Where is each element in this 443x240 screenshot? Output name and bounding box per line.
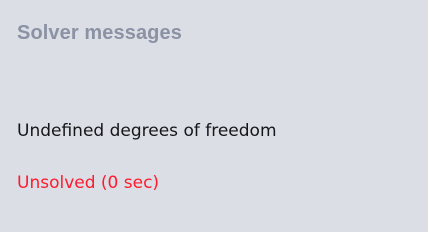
degrees-of-freedom-message: Undefined degrees of freedom (17, 121, 277, 141)
solver-messages-panel: Solver messages Undefined degrees of fre… (0, 0, 429, 232)
panel-title: Solver messages (17, 22, 182, 44)
solve-status-message: Unsolved (0 sec) (17, 173, 160, 193)
